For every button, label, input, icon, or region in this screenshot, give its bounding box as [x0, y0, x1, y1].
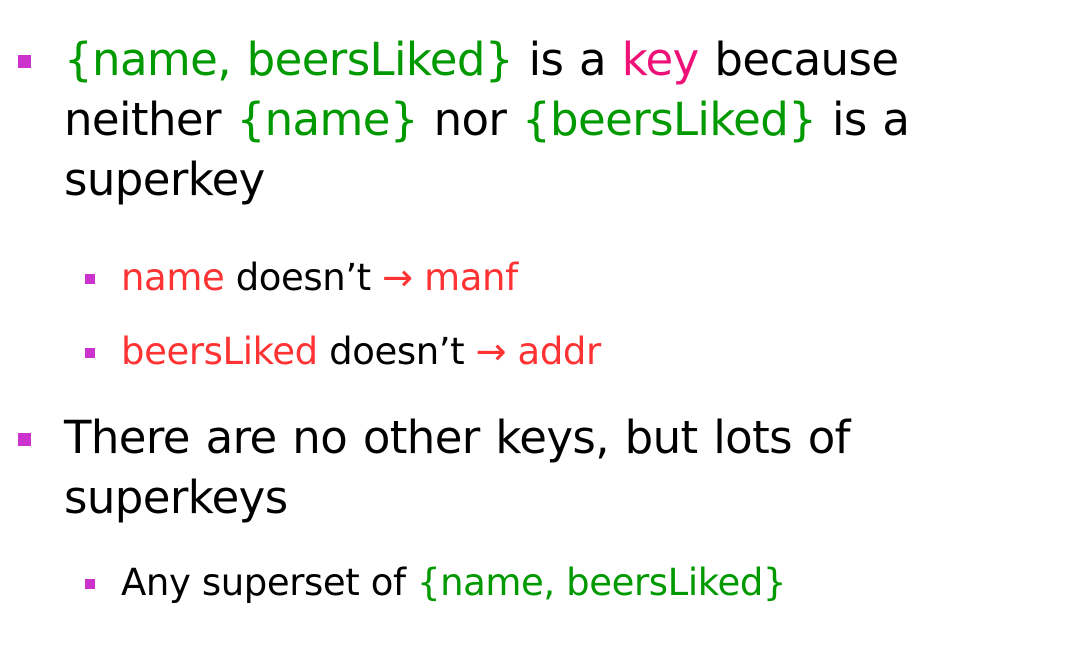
fd-text: doesn’t	[224, 256, 383, 299]
bullet-square-icon	[85, 348, 95, 358]
bullet-square-icon	[18, 55, 31, 68]
fd-lhs: name	[121, 256, 225, 299]
sub-bullet-superset: Any superset of {name, beersLiked}	[85, 557, 1051, 609]
bullet-key-explanation: {name, beersLiked} is a key because neit…	[18, 30, 1054, 210]
bullet-text: nor	[417, 93, 523, 146]
fd-lhs: beersLiked	[121, 330, 318, 373]
attribute-set-name-beersliked: {name, beersLiked}	[64, 33, 513, 86]
right-arrow-icon: →	[382, 256, 413, 299]
attribute-set-beersliked: {beersLiked}	[522, 93, 817, 146]
bullet-square-icon	[85, 579, 95, 589]
attribute-set-name: {name}	[236, 93, 419, 146]
fd-text: doesn’t	[317, 330, 476, 373]
bullet-no-other-keys: There are no other keys, but lots of sup…	[18, 408, 1024, 528]
attribute-set-name-beersliked: {name, beersLiked}	[416, 561, 787, 604]
bullet-text: is a	[512, 33, 622, 86]
fd-rhs: manf	[412, 256, 518, 299]
bullet-square-icon	[18, 433, 31, 446]
slide: {name, beersLiked} is a key because neit…	[0, 0, 1066, 651]
keyword-key: key	[621, 33, 700, 86]
fd-rhs: addr	[506, 330, 602, 373]
sub-bullet-text: Any superset of	[121, 561, 417, 604]
right-arrow-icon: →	[475, 330, 507, 373]
sub-bullet-beersliked-fd: beersLiked doesn’t → addr	[85, 326, 1051, 378]
bullet-square-icon	[85, 274, 95, 284]
sub-bullet-name-fd: name doesn’t → manf	[85, 252, 1051, 304]
bullet-text: There are no other keys, but lots of sup…	[64, 411, 850, 524]
